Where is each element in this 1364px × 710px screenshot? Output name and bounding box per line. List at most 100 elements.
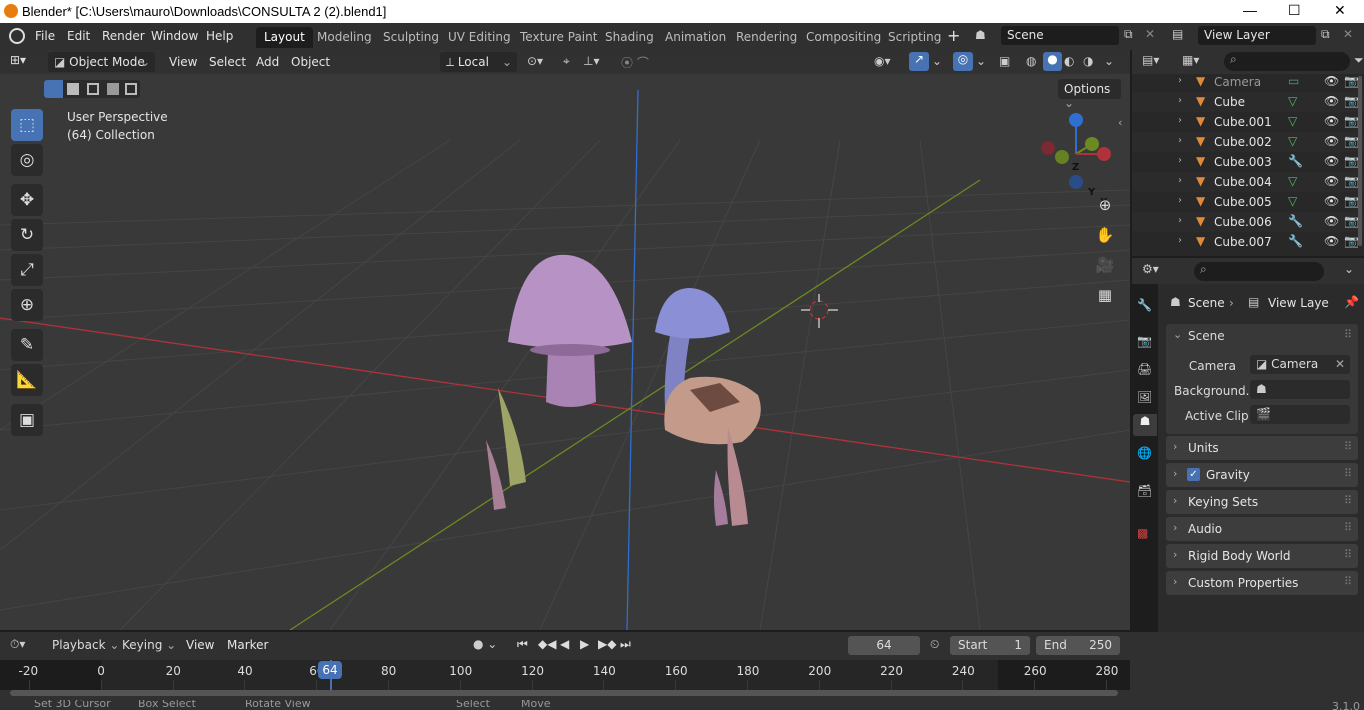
playback-menu[interactable]: Playback ⌄ bbox=[52, 638, 119, 652]
scene-panel-grip-icon[interactable]: ⠿ bbox=[1344, 328, 1352, 341]
eye-icon[interactable]: 👁 bbox=[1324, 134, 1339, 148]
eye-icon[interactable]: 👁 bbox=[1324, 94, 1339, 108]
filter-icon[interactable]: ⏷ bbox=[1354, 53, 1364, 68]
rotate-tool[interactable]: ↻ bbox=[11, 219, 43, 251]
play-reverse-icon[interactable]: ◀ bbox=[560, 637, 569, 651]
minimize-button[interactable]: — bbox=[1243, 2, 1257, 18]
solid-shading-icon[interactable]: ● bbox=[1043, 52, 1062, 71]
view-layer-tab-icon[interactable]: 🖼 bbox=[1137, 390, 1152, 404]
measure-tool[interactable]: 📐 bbox=[11, 364, 43, 396]
cursor-tool[interactable]: ◎ bbox=[11, 144, 43, 176]
new-view-layer-icon[interactable]: ⧉ bbox=[1321, 27, 1330, 42]
texture-tab-icon[interactable]: ▩ bbox=[1137, 526, 1148, 540]
jump-end-icon[interactable]: ⏭ bbox=[620, 637, 631, 652]
sidebar-toggle-icon[interactable]: ‹ bbox=[1118, 116, 1122, 129]
eye-icon[interactable]: 👁 bbox=[1324, 234, 1339, 248]
world-tab-icon[interactable]: 🌐 bbox=[1137, 446, 1152, 460]
custom-properties-panel[interactable]: › Custom Properties ⠿ bbox=[1166, 571, 1358, 595]
tab-uv-editing[interactable]: UV Editing bbox=[440, 27, 519, 48]
outliner-row[interactable]: › ▼ Cube.002 ▽ 👁 📷 bbox=[1132, 132, 1364, 152]
tab-modeling[interactable]: Modeling bbox=[309, 27, 380, 48]
view-layer-icon[interactable]: ▤ bbox=[1172, 27, 1183, 41]
properties-editor-icon[interactable]: ⚙▾ bbox=[1142, 262, 1159, 276]
rigid-body-world-panel[interactable]: › Rigid Body World ⠿ bbox=[1166, 544, 1358, 568]
pan-button[interactable]: ✋ bbox=[1092, 222, 1118, 248]
eye-icon[interactable]: 👁 bbox=[1324, 194, 1339, 208]
blender-menu-icon[interactable] bbox=[9, 28, 25, 44]
select-invert-icon[interactable] bbox=[107, 83, 119, 95]
timeline-menu-marker[interactable]: Marker bbox=[227, 638, 268, 652]
outliner-row[interactable]: › ▼ Cube.007 🔧 👁 📷 bbox=[1132, 232, 1364, 252]
eye-icon[interactable]: 👁 bbox=[1324, 174, 1339, 188]
next-keyframe-icon[interactable]: ▶◆ bbox=[598, 637, 616, 651]
expand-chevron-icon[interactable]: › bbox=[1178, 235, 1182, 246]
expand-chevron-icon[interactable]: › bbox=[1178, 75, 1182, 86]
grip-icon[interactable]: ⠿ bbox=[1344, 494, 1352, 507]
close-button[interactable]: ✕ bbox=[1334, 2, 1346, 19]
snap-toggle-icon[interactable]: ⌖ bbox=[563, 54, 570, 69]
pin-icon[interactable]: 📌 bbox=[1344, 295, 1359, 309]
snap-target-icon[interactable]: ⊥▾ bbox=[583, 54, 599, 68]
output-tab-icon[interactable]: 🖨 bbox=[1137, 362, 1152, 376]
new-scene-icon[interactable]: ⧉ bbox=[1124, 27, 1133, 42]
end-frame-field[interactable]: End 250 bbox=[1036, 636, 1120, 655]
properties-search-field[interactable]: ⌕ bbox=[1194, 262, 1324, 281]
tab-layout[interactable]: Layout bbox=[256, 27, 313, 48]
menu-help[interactable]: Help bbox=[206, 29, 233, 43]
timeline-menu-view[interactable]: View bbox=[186, 638, 214, 652]
grip-icon[interactable]: ⠿ bbox=[1344, 440, 1352, 453]
outliner-scrollbar[interactable] bbox=[1358, 76, 1362, 246]
xray-toggle-icon[interactable]: ▣ bbox=[999, 54, 1010, 68]
outliner-row[interactable]: › ▼ Cube ▽ 👁 📷 bbox=[1132, 92, 1364, 112]
material-shading-icon[interactable]: ◐ bbox=[1064, 54, 1074, 68]
tab-rendering[interactable]: Rendering bbox=[728, 27, 805, 48]
jump-start-icon[interactable]: ⏮ bbox=[517, 637, 528, 652]
wireframe-shading-icon[interactable]: ◍ bbox=[1026, 54, 1036, 68]
proportional-edit-icon[interactable]: ⦿ ⌒ bbox=[621, 54, 649, 71]
prev-keyframe-icon[interactable]: ◆◀ bbox=[538, 637, 556, 651]
timeline-scrollbar[interactable] bbox=[10, 690, 1118, 696]
viewport-menu-view[interactable]: View bbox=[169, 55, 197, 69]
tab-texture-paint[interactable]: Texture Paint bbox=[512, 27, 605, 48]
outliner-row[interactable]: › ▼ Camera ▭ 👁 📷 bbox=[1132, 72, 1364, 92]
camera-view-button[interactable]: 🎥 bbox=[1092, 252, 1118, 278]
visibility-icon[interactable]: ◉▾ bbox=[874, 54, 891, 68]
viewport-menu-add[interactable]: Add bbox=[256, 55, 279, 69]
viewport-menu-object[interactable]: Object bbox=[291, 55, 330, 69]
select-intersect-icon[interactable] bbox=[125, 83, 137, 95]
gizmo-menu-icon[interactable]: ⌄ bbox=[932, 54, 942, 68]
outliner-row[interactable]: › ▼ Cube.001 ▽ 👁 📷 bbox=[1132, 112, 1364, 132]
scale-tool[interactable]: ⤢ bbox=[11, 254, 43, 286]
3d-viewport[interactable]: Z Y X ⊞▾ ◪ Object Mode ⌄ View Select Add … bbox=[0, 50, 1130, 630]
properties-options-icon[interactable]: ⌄ bbox=[1344, 262, 1354, 276]
expand-chevron-icon[interactable]: › bbox=[1178, 155, 1182, 166]
start-frame-field[interactable]: Start 1 bbox=[950, 636, 1030, 655]
delete-scene-icon[interactable]: ✕ bbox=[1145, 27, 1155, 41]
tab-shading[interactable]: Shading bbox=[597, 27, 662, 48]
audio-panel[interactable]: › Audio ⠿ bbox=[1166, 517, 1358, 541]
expand-chevron-icon[interactable]: › bbox=[1178, 135, 1182, 146]
menu-edit[interactable]: Edit bbox=[67, 29, 90, 43]
outliner-editor-icon[interactable]: ▤▾ bbox=[1142, 53, 1159, 67]
grip-icon[interactable]: ⠿ bbox=[1344, 548, 1352, 561]
preview-range-icon[interactable]: ⏲ bbox=[930, 637, 939, 652]
camera-render-icon[interactable]: 📷 bbox=[1344, 134, 1359, 148]
render-tab-icon[interactable]: 📷 bbox=[1137, 334, 1152, 348]
camera-render-icon[interactable]: 📷 bbox=[1344, 74, 1359, 88]
annotate-tool[interactable]: ✎ bbox=[11, 329, 43, 361]
tab-animation[interactable]: Animation bbox=[657, 27, 734, 48]
shading-menu-icon[interactable]: ⌄ bbox=[1104, 54, 1114, 68]
outliner-search-field[interactable]: ⌕ bbox=[1224, 52, 1350, 71]
display-mode-icon[interactable]: ▦▾ bbox=[1182, 53, 1199, 67]
expand-chevron-icon[interactable]: › bbox=[1178, 215, 1182, 226]
expand-chevron-icon[interactable]: › bbox=[1178, 95, 1182, 106]
options-dropdown[interactable]: Options ⌄ bbox=[1058, 79, 1121, 110]
move-tool[interactable]: ✥ bbox=[11, 184, 43, 216]
tab-scripting[interactable]: Scripting bbox=[880, 27, 949, 48]
expand-chevron-icon[interactable]: › bbox=[1178, 195, 1182, 206]
select-subtract-icon[interactable] bbox=[87, 83, 99, 95]
grip-icon[interactable]: ⠿ bbox=[1344, 521, 1352, 534]
playhead-marker[interactable]: 64 bbox=[318, 661, 342, 679]
delete-view-layer-icon[interactable]: ✕ bbox=[1343, 27, 1353, 41]
gravity-checkbox[interactable]: ✓ bbox=[1187, 468, 1200, 481]
